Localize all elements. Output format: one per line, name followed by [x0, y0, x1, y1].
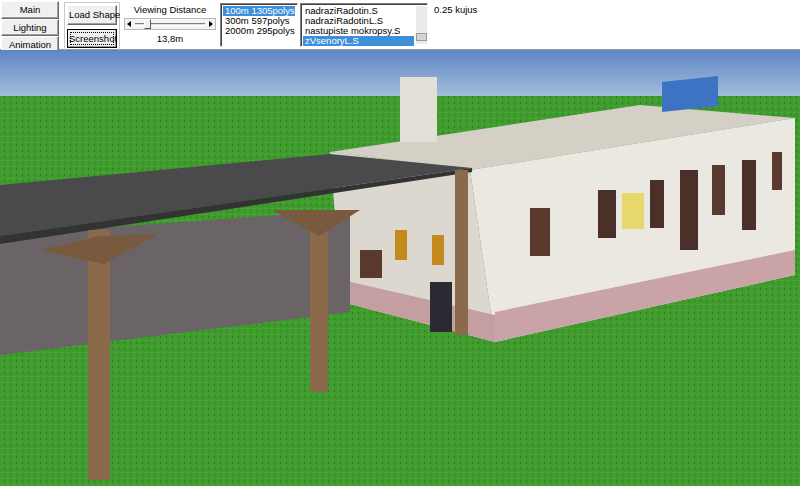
scene-view[interactable] [0, 50, 800, 486]
lod-item[interactable]: 100m 1305polys [223, 6, 295, 16]
shape-scrollbar[interactable] [416, 6, 427, 44]
viewing-distance-label: Viewing Distance [124, 3, 216, 17]
shape-list[interactable]: nadraziRadotin.SnadraziRadotinL.Snastupi… [300, 3, 428, 47]
scroll-thumb[interactable] [416, 33, 427, 41]
right-arrow-icon[interactable] [209, 21, 213, 27]
side-button[interactable]: Lighting [1, 19, 59, 37]
screenshot-button[interactable]: Screenshot [67, 29, 117, 49]
shape-item[interactable]: zVsenoryL.S [303, 36, 414, 46]
side-buttons: MainLightingAnimation [0, 0, 60, 54]
shape-items: nadraziRadotin.SnadraziRadotinL.Snastupi… [303, 6, 414, 44]
left-arrow-icon[interactable] [127, 21, 131, 27]
viewing-distance-reading: 13,8m [124, 32, 216, 46]
shape-item[interactable]: nastupiste mokropsy.S [303, 26, 414, 36]
shape-item[interactable]: nadraziRadotinL.S [303, 16, 414, 26]
size-reading: 0.25 kujus [434, 3, 477, 17]
lod-item[interactable]: 300m 597polys [223, 16, 295, 26]
lod-list[interactable]: 100m 1305polys300m 597polys2000m 295poly… [220, 3, 298, 47]
side-button[interactable]: Main [1, 1, 59, 19]
slider-thumb[interactable] [144, 19, 151, 29]
viewing-distance: Viewing Distance 13,8m [124, 3, 216, 47]
toolbar: MainLightingAnimation Load ShapeScreensh… [0, 0, 800, 50]
shape-item[interactable]: nadraziRadotin.S [303, 6, 414, 16]
lod-item[interactable]: 2000m 295polys [223, 26, 295, 36]
distance-slider[interactable] [124, 18, 216, 30]
load-shape-button[interactable]: Load Shape [67, 5, 117, 25]
tool-buttons: Load Shape Screenshot [64, 2, 120, 51]
